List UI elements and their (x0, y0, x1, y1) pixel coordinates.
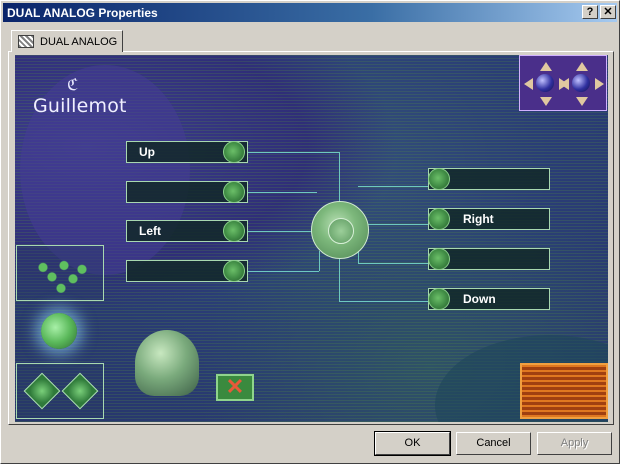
analog-sticks-view-button[interactable] (16, 363, 104, 419)
connector-line (247, 192, 317, 193)
apply-button[interactable]: Apply (537, 432, 612, 455)
button-knob-icon[interactable] (223, 220, 245, 242)
cancel-button[interactable]: Cancel (456, 432, 531, 455)
button-cluster-icon (31, 256, 91, 294)
mapping-label: Left (139, 224, 161, 238)
advanced-settings-button[interactable] (520, 363, 608, 419)
tab-dual-analog[interactable]: DUAL ANALOG (11, 30, 123, 52)
mouse-grip-icon (135, 330, 199, 396)
arrow-down-icon (576, 97, 588, 106)
connector-line (319, 251, 320, 271)
button-knob-icon[interactable] (223, 181, 245, 203)
stick-ball-icon (536, 74, 554, 92)
left-stick-icon (23, 372, 61, 410)
button-knob-icon[interactable] (428, 168, 450, 190)
right-stick-icon (61, 372, 99, 410)
button-layout-view-button[interactable] (16, 245, 104, 301)
mapping-label: Down (463, 292, 496, 306)
mapping-label: Up (139, 145, 155, 159)
gamepad-icon (18, 35, 34, 48)
arrow-up-icon (540, 62, 552, 71)
connector-line (247, 271, 319, 272)
controller-config-canvas: ℭ Guillemot Up Left Right Down ✕ (15, 55, 608, 422)
mapping-label: Right (463, 212, 494, 226)
properties-window: DUAL ANALOG Properties ? ✕ DUAL ANALOG ℭ… (0, 0, 620, 464)
ok-button[interactable]: OK (374, 431, 451, 456)
dpad-center-icon (311, 201, 369, 259)
connector-line (247, 152, 340, 153)
clear-mapping-button[interactable]: ✕ (216, 374, 254, 401)
button-knob-icon[interactable] (223, 260, 245, 282)
connector-line (247, 231, 313, 232)
right-stick-arrows-icon (560, 62, 604, 106)
connector-line (358, 263, 428, 264)
button-knob-icon[interactable] (223, 141, 245, 163)
window-title: DUAL ANALOG Properties (7, 6, 158, 20)
dual-stick-view-button[interactable] (519, 55, 607, 111)
button-knob-icon[interactable] (428, 288, 450, 310)
arrow-down-icon (540, 97, 552, 106)
button-knob-icon[interactable] (428, 248, 450, 270)
title-bar[interactable]: DUAL ANALOG Properties ? ✕ (3, 3, 617, 22)
close-button[interactable]: ✕ (600, 5, 616, 19)
arrow-left-icon (560, 78, 569, 90)
stick-ball-icon (572, 74, 590, 92)
arrow-right-icon (595, 78, 604, 90)
help-button[interactable]: ? (582, 5, 598, 19)
tab-label: DUAL ANALOG (40, 36, 118, 48)
arrow-left-icon (524, 78, 533, 90)
active-mode-indicator-icon[interactable] (41, 313, 77, 349)
arrow-up-icon (576, 62, 588, 71)
guillemot-logo-icon: ℭ (67, 75, 79, 94)
connector-line (365, 224, 428, 225)
connector-line (339, 301, 428, 302)
connector-line (358, 186, 428, 187)
brand-name: Guillemot (33, 95, 127, 117)
button-knob-icon[interactable] (428, 208, 450, 230)
